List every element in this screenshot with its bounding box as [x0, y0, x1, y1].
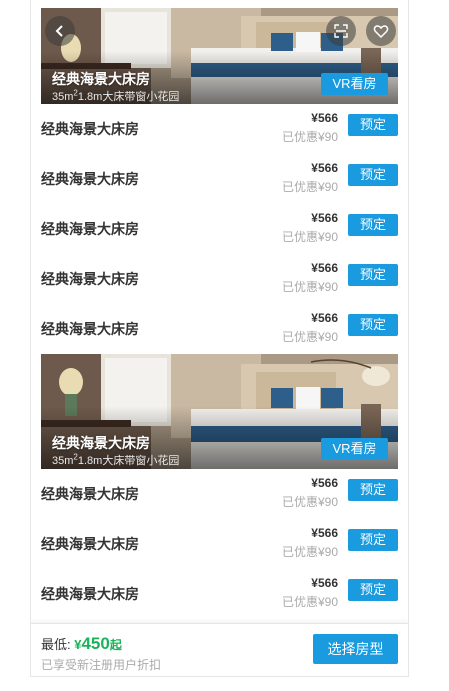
fullscreen-button[interactable]: [326, 16, 356, 46]
book-button[interactable]: 预定: [348, 479, 398, 501]
room-option-row: 经典海景大床房 ¥566 已优惠¥90 预定: [41, 204, 398, 254]
room-photo-2[interactable]: 经典海景大床房 35m21.8m大床带窗小花园 VR看房: [41, 354, 398, 469]
min-price-suffix: 起: [109, 638, 122, 652]
option-name: 经典海景大床房: [41, 321, 139, 337]
option-price: ¥566: [311, 526, 338, 540]
option-discount: 已优惠¥90: [281, 545, 338, 559]
option-name: 经典海景大床房: [41, 171, 139, 187]
room-option-row: 经典海景大床房 ¥566 已优惠¥90 预定: [41, 254, 398, 304]
room-size: 35m: [52, 91, 74, 103]
option-discount: 已优惠¥90: [281, 280, 338, 294]
option-name: 经典海景大床房: [41, 271, 139, 287]
vr-tour-button[interactable]: VR看房: [321, 438, 388, 460]
book-button[interactable]: 预定: [348, 164, 398, 186]
book-button[interactable]: 预定: [348, 529, 398, 551]
option-discount: 已优惠¥90: [281, 595, 338, 609]
chevron-left-icon: [55, 25, 63, 37]
room-option-row: 经典海景大床房 ¥566 已优惠¥90 预定: [41, 569, 398, 619]
option-discount: 已优惠¥90: [281, 230, 338, 244]
option-name: 经典海景大床房: [41, 121, 139, 137]
min-price-value: 450: [81, 634, 110, 653]
room-option-row: 经典海景大床房 ¥566 已优惠¥90 预定: [41, 154, 398, 204]
heart-icon: [373, 25, 389, 39]
option-price: ¥566: [311, 476, 338, 490]
room-desc: 1.8m大床带窗小花园: [77, 455, 180, 467]
book-button[interactable]: 预定: [348, 579, 398, 601]
option-price: ¥566: [311, 211, 338, 225]
room-photo-1[interactable]: 经典海景大床房 35m21.8m大床带窗小花园 VR看房: [41, 8, 398, 104]
discount-note: 已享受新注册用户折扣: [41, 658, 162, 672]
phone-frame: 经典海景大床房 35m21.8m大床带窗小花园 VR看房 经典海景大床房 ¥56…: [30, 0, 409, 677]
min-price-label: 最低:: [41, 637, 75, 652]
room-option-row: 经典海景大床房 ¥566 已优惠¥90 预定: [41, 469, 398, 519]
option-price: ¥566: [311, 261, 338, 275]
room-title: 经典海景大床房: [52, 71, 150, 87]
option-discount: 已优惠¥90: [281, 130, 338, 144]
favorite-button[interactable]: [366, 16, 396, 46]
room-size: 35m: [52, 455, 74, 467]
option-price: ¥566: [311, 576, 338, 590]
book-button[interactable]: 预定: [348, 264, 398, 286]
option-name: 经典海景大床房: [41, 221, 139, 237]
room-option-row: 经典海景大床房 ¥566 已优惠¥90 预定: [41, 519, 398, 569]
select-room-button[interactable]: 选择房型: [313, 634, 398, 664]
back-button[interactable]: [45, 16, 75, 46]
room-option-row: 经典海景大床房 ¥566 已优惠¥90 预定: [41, 104, 398, 154]
min-price: 最低: ¥450起: [41, 634, 122, 654]
book-button[interactable]: 预定: [348, 214, 398, 236]
book-button[interactable]: 预定: [348, 114, 398, 136]
option-price: ¥566: [311, 111, 338, 125]
option-discount: 已优惠¥90: [281, 495, 338, 509]
room-option-row: 经典海景大床房 ¥566 已优惠¥90 预定: [41, 304, 398, 354]
vr-tour-button[interactable]: VR看房: [321, 73, 388, 95]
option-name: 经典海景大床房: [41, 586, 139, 602]
room-subtitle: 35m21.8m大床带窗小花园: [52, 88, 179, 104]
option-price: ¥566: [311, 311, 338, 325]
fullscreen-icon: [334, 24, 348, 38]
room-list: 经典海景大床房 35m21.8m大床带窗小花园 VR看房 经典海景大床房 ¥56…: [41, 8, 398, 619]
room-title: 经典海景大床房: [52, 435, 150, 451]
option-name: 经典海景大床房: [41, 486, 139, 502]
option-name: 经典海景大床房: [41, 536, 139, 552]
book-button[interactable]: 预定: [348, 314, 398, 336]
option-price: ¥566: [311, 161, 338, 175]
option-discount: 已优惠¥90: [281, 180, 338, 194]
option-discount: 已优惠¥90: [281, 330, 338, 344]
room-subtitle: 35m21.8m大床带窗小花园: [52, 452, 179, 468]
bottom-bar: 最低: ¥450起 已享受新注册用户折扣 选择房型: [31, 623, 408, 676]
room-desc: 1.8m大床带窗小花园: [77, 91, 180, 103]
